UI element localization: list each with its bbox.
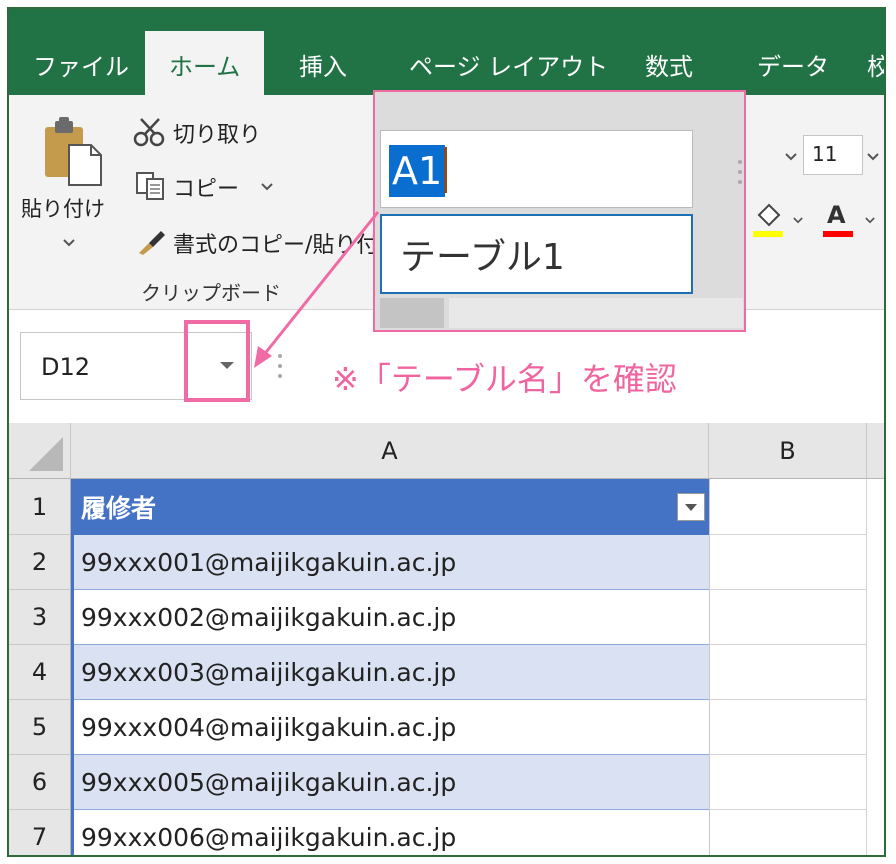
text-caret — [444, 147, 447, 193]
clipboard-group-label: クリップボード — [141, 281, 281, 305]
column-header-b[interactable]: B — [709, 423, 867, 479]
table-left-border — [71, 479, 74, 855]
popup-shadow — [380, 298, 444, 328]
fill-color-button[interactable] — [751, 199, 809, 243]
select-all-corner[interactable] — [9, 423, 71, 479]
paintbrush-icon — [139, 231, 165, 255]
chevron-down-icon — [867, 153, 879, 161]
paste-button[interactable]: 貼り付け — [21, 113, 117, 263]
selected-text: A1 — [389, 145, 446, 197]
cell[interactable] — [709, 810, 867, 855]
cell[interactable] — [709, 535, 867, 590]
row-header[interactable]: 4 — [9, 645, 71, 700]
copy-icon — [136, 172, 164, 200]
font-color-swatch — [823, 231, 853, 237]
column-header-a[interactable]: A — [71, 423, 709, 479]
table-name-list-item[interactable]: テーブル1 — [380, 214, 693, 294]
tab-page-layout[interactable]: ページ レイアウト — [409, 47, 608, 82]
chevron-down-icon — [63, 239, 75, 247]
cut-button[interactable]: 切り取り — [133, 115, 393, 151]
name-box-value: D12 — [41, 353, 91, 381]
cell[interactable] — [709, 755, 867, 810]
callout-text: ※「テーブル名」を確認 — [332, 360, 677, 398]
paint-bucket-icon — [753, 203, 783, 237]
row-header[interactable]: 1 — [9, 479, 71, 535]
popup-shadow — [449, 298, 743, 328]
cell[interactable] — [709, 479, 867, 535]
font-color-icon: A — [827, 201, 846, 229]
format-painter-button[interactable]: 書式のコピー/貼り付け — [133, 225, 393, 261]
row-header[interactable]: 3 — [9, 590, 71, 645]
font-color-button[interactable]: A — [821, 199, 881, 243]
chevron-down-icon — [793, 217, 803, 224]
paste-icon — [45, 117, 102, 186]
callout-annotation: ※「テーブル名」を確認 — [310, 328, 786, 420]
filter-button[interactable] — [677, 493, 705, 521]
paste-label: 貼り付け — [21, 197, 105, 221]
chevron-down-icon — [785, 153, 797, 161]
scissors-icon — [133, 118, 165, 147]
column-header-c[interactable] — [867, 423, 884, 479]
tab-insert[interactable]: 挿入 — [299, 47, 347, 82]
chevron-down-icon — [261, 183, 273, 191]
table-cell[interactable]: 99xxx002@maijikgakuin.ac.jp — [71, 590, 709, 645]
cut-label: 切り取り — [173, 123, 262, 148]
tab-formulas[interactable]: 数式 — [645, 47, 693, 82]
table-header-label: 履修者 — [81, 494, 157, 523]
tab-home[interactable]: ホーム — [145, 31, 265, 95]
grip-dots-icon — [278, 354, 282, 378]
row-header[interactable]: 2 — [9, 535, 71, 590]
name-box-popup-zoom: A1 テーブル1 — [373, 90, 746, 332]
popup-name-input[interactable]: A1 — [380, 130, 693, 208]
cell[interactable] — [709, 590, 867, 645]
font-size-dropdown[interactable]: 11 — [771, 135, 884, 175]
corner-triangle-icon — [29, 437, 63, 471]
table-cell[interactable]: 99xxx003@maijikgakuin.ac.jp — [71, 645, 709, 700]
row-header[interactable]: 5 — [9, 700, 71, 755]
copy-label: コピー — [173, 177, 240, 202]
copy-button[interactable]: コピー — [133, 169, 393, 205]
cell[interactable] — [709, 645, 867, 700]
table-header-cell[interactable]: 履修者 — [71, 479, 709, 535]
chevron-down-icon — [865, 217, 875, 224]
tab-file[interactable]: ファイル — [33, 47, 129, 82]
ribbon-tab-bar: ファイル ホーム 挿入 ページ レイアウト 数式 データ 校 — [9, 9, 884, 95]
table-cell[interactable]: 99xxx004@maijikgakuin.ac.jp — [71, 700, 709, 755]
worksheet-grid: A B 1 履修者 2 99xxx001@maijikgakuin.ac.jp … — [9, 423, 884, 855]
table-cell[interactable]: 99xxx005@maijikgakuin.ac.jp — [71, 755, 709, 810]
grip-dots-icon — [738, 160, 742, 184]
cell[interactable] — [709, 700, 867, 755]
format-painter-label: 書式のコピー/貼り付け — [173, 233, 393, 258]
tab-data[interactable]: データ — [757, 47, 829, 82]
table-cell[interactable]: 99xxx006@maijikgakuin.ac.jp — [71, 810, 709, 855]
filter-arrow-icon — [685, 504, 697, 511]
tab-review[interactable]: 校 — [867, 47, 884, 82]
row-header[interactable]: 7 — [9, 810, 71, 855]
font-size-box: 11 — [803, 135, 863, 175]
font-size-value: 11 — [812, 142, 838, 166]
highlight-box — [184, 320, 250, 402]
row-header[interactable]: 6 — [9, 755, 71, 810]
table-cell[interactable]: 99xxx001@maijikgakuin.ac.jp — [71, 535, 709, 590]
